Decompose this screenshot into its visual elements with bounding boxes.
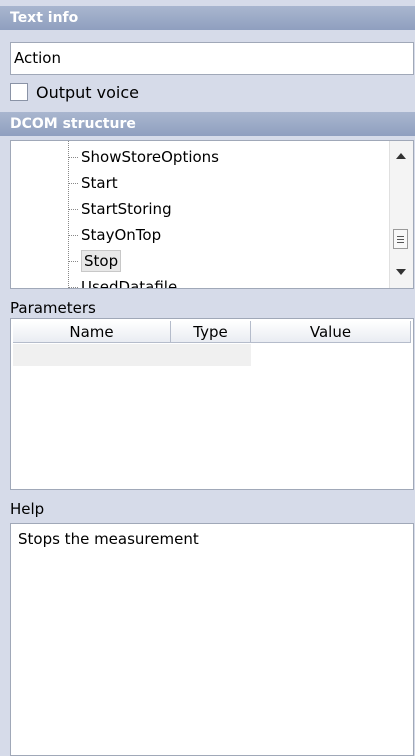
text-info-header: Text info xyxy=(0,6,415,30)
parameters-header-row: Name Type Value xyxy=(13,321,411,343)
column-header-type[interactable]: Type xyxy=(171,321,251,343)
dcom-structure-header: DCOM structure xyxy=(0,112,415,136)
table-row[interactable] xyxy=(13,344,251,366)
text-info-field[interactable]: Action xyxy=(10,42,414,75)
help-label: Help xyxy=(10,500,45,518)
tree-item-stop[interactable]: Stop xyxy=(68,249,122,273)
column-header-name[interactable]: Name xyxy=(13,321,171,343)
scroll-up-arrow-icon[interactable] xyxy=(396,153,406,159)
output-voice-checkbox[interactable] xyxy=(10,83,28,101)
parameters-label: Parameters xyxy=(10,299,96,317)
tree-item-start[interactable]: Start xyxy=(68,171,118,195)
tree-item-stayontop[interactable]: StayOnTop xyxy=(68,223,161,247)
help-text-box: Stops the measurement xyxy=(10,523,414,756)
dcom-tree[interactable]: ShowStoreOptions Start StartStoring Stay… xyxy=(10,140,414,289)
output-voice-row[interactable]: Output voice xyxy=(10,80,139,104)
help-text: Stops the measurement xyxy=(18,530,199,548)
column-header-value[interactable]: Value xyxy=(251,321,411,343)
scroll-down-arrow-icon[interactable] xyxy=(396,269,406,275)
parameters-table[interactable]: Name Type Value xyxy=(10,318,414,490)
tree-item-useddatafile[interactable]: UsedDatafile xyxy=(68,275,177,288)
tree-item-startstoring[interactable]: StartStoring xyxy=(68,197,172,221)
scroll-thumb[interactable] xyxy=(393,229,408,249)
output-voice-label: Output voice xyxy=(36,82,140,102)
tree-item-showstoreoptions[interactable]: ShowStoreOptions xyxy=(68,145,219,169)
tree-scrollbar[interactable] xyxy=(389,141,413,288)
